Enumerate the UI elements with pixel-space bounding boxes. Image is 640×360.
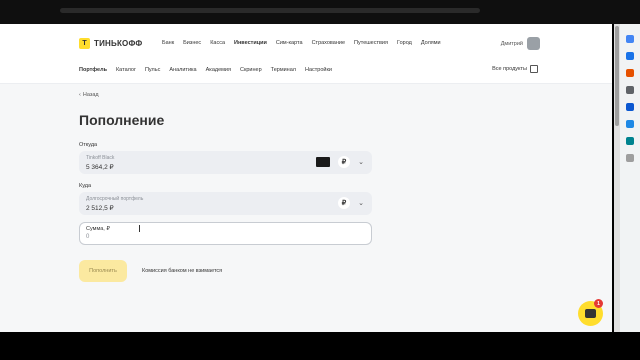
nav-item-bank[interactable]: Банк	[162, 40, 174, 46]
logo-mark-icon: T	[79, 38, 90, 49]
browser-top-bar	[0, 0, 640, 24]
text-cursor-icon	[139, 225, 140, 232]
card-icon	[316, 157, 330, 167]
blurred-tab-strip	[60, 8, 480, 13]
tab-terminal[interactable]: Терминал	[271, 67, 296, 73]
user-menu[interactable]: Дмитрий	[501, 37, 540, 50]
nav-item-dolyami[interactable]: Долями	[421, 40, 441, 46]
sub-nav: Портфель Каталог Пульс Аналитика Академи…	[79, 67, 332, 73]
nav-item-kassa[interactable]: Касса	[210, 40, 225, 46]
tab-pulse[interactable]: Пульс	[145, 67, 160, 73]
all-products-label: Все продукты	[492, 66, 527, 72]
sidebar-app-icon[interactable]	[626, 69, 634, 77]
logo[interactable]: T ТИНЬКОФФ	[79, 38, 142, 49]
main-nav: Банк Бизнес Касса Инвестиции Сим-карта С…	[162, 40, 441, 46]
sidebar-app-icon[interactable]	[626, 86, 634, 94]
sidebar-app-icon[interactable]	[626, 103, 634, 111]
nav-item-city[interactable]: Город	[397, 40, 412, 46]
tab-portfolio[interactable]: Портфель	[79, 67, 107, 73]
user-name: Дмитрий	[500, 40, 523, 47]
from-label: Откуда	[79, 142, 98, 148]
page-title: Пополнение	[79, 112, 165, 128]
nav-item-sim[interactable]: Сим-карта	[276, 40, 303, 46]
chevron-down-icon: ⌄	[358, 159, 364, 166]
to-account-select[interactable]: Долгосрочный портфель 2 512,5 ₽ ₽ ⌄	[79, 192, 372, 215]
nav-item-insurance[interactable]: Страхование	[312, 40, 345, 46]
logo-text: ТИНЬКОФФ	[94, 39, 143, 48]
chat-icon	[585, 309, 596, 318]
chat-badge: 1	[594, 299, 603, 308]
nav-item-travel[interactable]: Путешествия	[354, 40, 388, 46]
back-label: Назад	[82, 92, 99, 98]
tab-settings[interactable]: Настройки	[305, 67, 332, 73]
tab-screener[interactable]: Скринер	[240, 67, 262, 73]
sidebar-app-icon[interactable]	[626, 35, 634, 43]
amount-caption: Сумма, ₽	[86, 226, 110, 232]
chevron-down-icon: ⌄	[358, 200, 364, 207]
chevron-left-icon: ‹	[79, 92, 81, 98]
nav-item-business[interactable]: Бизнес	[183, 40, 201, 46]
amount-value: 0	[86, 234, 90, 240]
scrollbar-thumb[interactable]	[615, 26, 619, 126]
submit-button[interactable]: Пополнить	[79, 260, 127, 282]
sidebar-app-icon[interactable]	[626, 137, 634, 145]
page-viewport: T ТИНЬКОФФ Банк Бизнес Касса Инвестиции …	[0, 24, 612, 332]
avatar	[527, 37, 540, 50]
amount-input[interactable]: Сумма, ₽ 0	[79, 222, 372, 245]
bottom-bar	[0, 332, 640, 360]
from-account-select[interactable]: Tinkoff Black 5 364,2 ₽ ₽ ⌄	[79, 151, 372, 174]
all-products-button[interactable]: Все продукты	[492, 65, 538, 73]
sidebar-app-icon[interactable]	[626, 120, 634, 128]
to-account-balance: 2 512,5 ₽	[86, 205, 114, 212]
from-account-balance: 5 364,2 ₽	[86, 164, 114, 171]
from-account-caption: Tinkoff Black	[86, 155, 115, 161]
ruble-icon: ₽	[338, 197, 350, 209]
tab-analytics[interactable]: Аналитика	[169, 67, 196, 73]
commission-note: Комиссия банком не взимается	[142, 268, 223, 274]
tab-catalog[interactable]: Каталог	[116, 67, 136, 73]
ruble-icon: ₽	[338, 156, 350, 168]
to-account-caption: Долгосрочный портфель	[86, 196, 144, 202]
sidebar-app-icon[interactable]	[626, 52, 634, 60]
sidebar-app-icon[interactable]	[626, 154, 634, 162]
nav-item-investments[interactable]: Инвестиции	[234, 40, 267, 46]
back-link[interactable]: ‹ Назад	[79, 92, 99, 98]
site-header: T ТИНЬКОФФ Банк Бизнес Касса Инвестиции …	[0, 24, 612, 84]
tab-academy[interactable]: Академия	[206, 67, 231, 73]
to-label: Куда	[79, 183, 92, 189]
grid-plus-icon	[530, 65, 538, 73]
